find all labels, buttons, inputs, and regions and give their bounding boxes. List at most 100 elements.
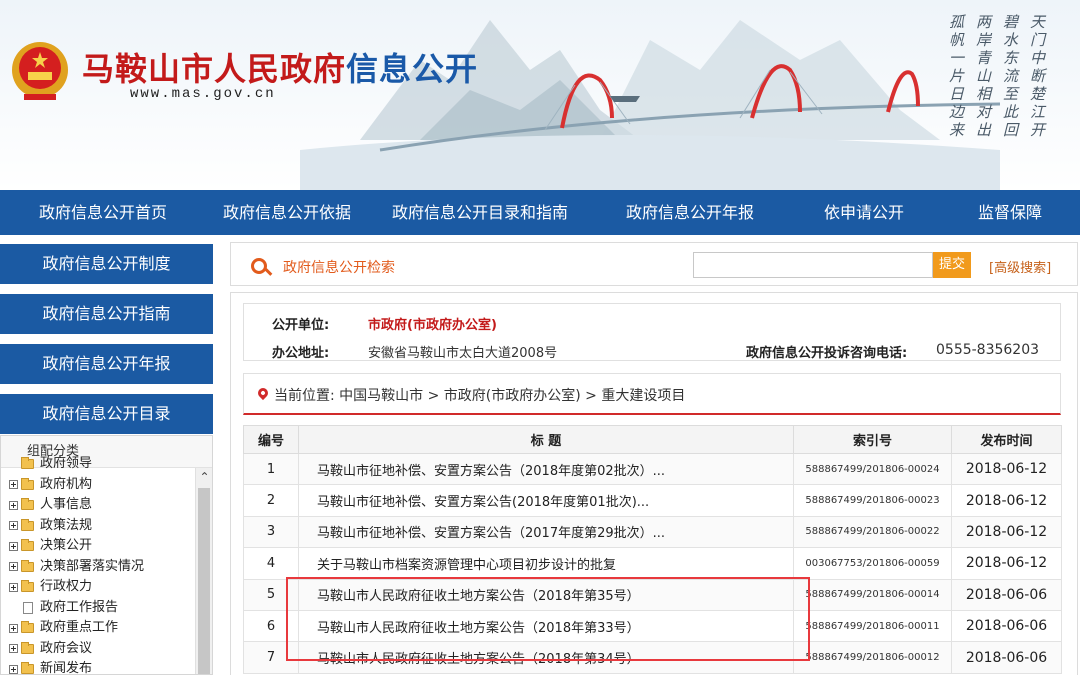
sidebar-button-annual-report[interactable]: 政府信息公开年报 — [0, 344, 213, 384]
tree-item[interactable]: 决策公开 — [9, 536, 195, 557]
category-tree-panel: 组配分类 政府领导 政府机构 人事信息 政策法规 决策公开 决策部署落实情况 行… — [0, 435, 213, 675]
cell-date: 2018-06-06 — [951, 641, 1062, 674]
folder-icon — [21, 457, 34, 470]
cell-date: 2018-06-12 — [951, 452, 1062, 486]
expand-icon[interactable] — [9, 500, 18, 510]
folder-icon — [21, 559, 34, 572]
complaint-tel-key: 政府信息公开投诉咨询电话: — [746, 346, 908, 361]
cell-title-link[interactable]: 马鞍山市人民政府征收土地方案公告（2018年第33号） — [298, 609, 794, 643]
cell-date: 2018-06-12 — [951, 515, 1062, 549]
publisher-info: 公开单位: 市政府(市政府办公室) 办公地址: 安徽省马鞍山市太白大道2008号… — [243, 303, 1061, 361]
category-tree: 政府领导 政府机构 人事信息 政策法规 决策公开 决策部署落实情况 行政权力 政… — [9, 456, 195, 674]
site-title: 马鞍山市人民政府信息公开 — [82, 44, 478, 90]
cell-index: 588867499/201806-00012 — [793, 641, 952, 674]
poem-column: 碧水东流至此回 — [1001, 14, 1019, 140]
tree-item[interactable]: 政府领导 — [9, 454, 195, 475]
unit-key: 公开单位: — [272, 318, 330, 333]
cell-title-link[interactable]: 马鞍山市征地补偿、安置方案公告（2017年度第29批次）... — [298, 515, 794, 549]
cell-no: 6 — [243, 609, 299, 643]
expand-icon[interactable] — [9, 623, 18, 633]
site-title-blue: 信息公开 — [346, 50, 479, 88]
cell-date: 2018-06-12 — [951, 547, 1062, 580]
breadcrumb-text: 当前位置: 中国马鞍山市 > 市政府(市政府办公室) > 重大建设项目 — [274, 388, 686, 404]
folder-icon — [21, 518, 34, 531]
cell-title-link[interactable]: 关于马鞍山市档案资源管理中心项目初步设计的批复 — [298, 547, 794, 580]
folder-icon — [21, 498, 34, 511]
location-pin-icon — [255, 385, 271, 401]
cell-date: 2018-06-06 — [951, 609, 1062, 643]
search-bar: 政府信息公开检索 提交 [高级搜索] — [230, 242, 1078, 286]
nav-item-apply[interactable]: 依申请公开 — [788, 190, 940, 235]
nav-item-supervision[interactable]: 监督保障 — [940, 190, 1080, 235]
expand-icon[interactable] — [9, 480, 18, 490]
header-index: 索引号 — [793, 425, 952, 454]
scroll-thumb[interactable] — [198, 488, 210, 674]
search-input[interactable] — [693, 252, 933, 278]
expand-icon[interactable] — [9, 582, 18, 592]
content-panel: 公开单位: 市政府(市政府办公室) 办公地址: 安徽省马鞍山市太白大道2008号… — [230, 292, 1078, 675]
expand-icon[interactable] — [9, 541, 18, 551]
table-row: 5 马鞍山市人民政府征收土地方案公告（2018年第35号） 588867499/… — [243, 578, 1062, 611]
tree-item[interactable]: 政府工作报告 — [9, 598, 195, 619]
cell-title-link[interactable]: 马鞍山市征地补偿、安置方案公告(2018年度第01批次)... — [298, 484, 794, 517]
submit-button[interactable]: 提交 — [933, 252, 971, 278]
cell-no: 2 — [243, 484, 299, 517]
nav-item-catalog-guide[interactable]: 政府信息公开目录和指南 — [368, 190, 592, 235]
cell-title-link[interactable]: 马鞍山市人民政府征收土地方案公告（2018年第34号） — [298, 641, 794, 674]
poem-column: 天门中断楚江开 — [1028, 14, 1046, 140]
nav-item-basis[interactable]: 政府信息公开依据 — [206, 190, 368, 235]
sidebar-button-system[interactable]: 政府信息公开制度 — [0, 244, 213, 284]
info-row-address: 办公地址: 安徽省马鞍山市太白大道2008号 政府信息公开投诉咨询电话: 055… — [244, 342, 1060, 362]
tree-item[interactable]: 政府重点工作 — [9, 618, 195, 639]
cell-no: 3 — [243, 515, 299, 549]
expand-icon[interactable] — [9, 521, 18, 531]
complaint-tel-value: 0555-8356203 — [936, 342, 1040, 358]
nav-item-annual-report[interactable]: 政府信息公开年报 — [592, 190, 788, 235]
folder-icon — [21, 641, 34, 654]
header-title: 标 题 — [298, 425, 794, 454]
cell-index: 588867499/201806-00014 — [793, 578, 952, 611]
cell-title-link[interactable]: 马鞍山市征地补偿、安置方案公告（2018年度第02批次）... — [298, 452, 794, 486]
cell-index: 588867499/201806-00022 — [793, 515, 952, 549]
expand-icon[interactable] — [9, 664, 18, 674]
calligraphy-poem: 天门中断楚江开 碧水东流至此回 两岸青山相对出 孤帆一片日边来 — [946, 14, 1048, 140]
search-icon — [251, 258, 267, 274]
tree-item[interactable]: 新闻发布 — [9, 659, 195, 674]
cell-no: 4 — [243, 547, 299, 580]
tree-item[interactable]: 政策法规 — [9, 516, 195, 537]
national-emblem-icon — [12, 42, 68, 100]
sidebar-button-catalog[interactable]: 政府信息公开目录 — [0, 394, 213, 434]
cell-no: 5 — [243, 578, 299, 611]
table-row: 1 马鞍山市征地补偿、安置方案公告（2018年度第02批次）... 588867… — [243, 452, 1062, 486]
sidebar-button-guide[interactable]: 政府信息公开指南 — [0, 294, 213, 334]
folder-icon — [21, 539, 34, 552]
tree-item[interactable]: 人事信息 — [9, 495, 195, 516]
header-no: 编号 — [243, 425, 299, 454]
advanced-search-link[interactable]: [高级搜索] — [989, 257, 1051, 276]
nav-item-home[interactable]: 政府信息公开首页 — [0, 190, 206, 235]
chevron-up-icon[interactable]: ⌃ — [196, 468, 212, 485]
results-table: 编号 标 题 索引号 发布时间 1 马鞍山市征地补偿、安置方案公告（2018年度… — [243, 425, 1062, 674]
folder-icon — [21, 580, 34, 593]
main-nav: 政府信息公开首页 政府信息公开依据 政府信息公开目录和指南 政府信息公开年报 依… — [0, 190, 1080, 235]
cell-title-link[interactable]: 马鞍山市人民政府征收土地方案公告（2018年第35号） — [298, 578, 794, 611]
table-row: 6 马鞍山市人民政府征收土地方案公告（2018年第33号） 588867499/… — [243, 609, 1062, 643]
folder-icon — [21, 662, 34, 674]
address-key: 办公地址: — [272, 346, 330, 361]
cell-index: 588867499/201806-00024 — [793, 452, 952, 486]
breadcrumb: 当前位置: 中国马鞍山市 > 市政府(市政府办公室) > 重大建设项目 — [243, 373, 1061, 415]
expand-icon[interactable] — [9, 562, 18, 572]
folder-icon — [21, 621, 34, 634]
search-label: 政府信息公开检索 — [283, 260, 395, 276]
tree-item[interactable]: 政府机构 — [9, 475, 195, 496]
poem-column: 孤帆一片日边来 — [947, 14, 965, 140]
site-title-red: 马鞍山市人民政府 — [82, 50, 347, 88]
tree-scrollbar[interactable]: ⌃ — [195, 468, 212, 674]
cell-no: 1 — [243, 452, 299, 486]
tree-item[interactable]: 行政权力 — [9, 577, 195, 598]
tree-item[interactable]: 决策部署落实情况 — [9, 557, 195, 578]
expand-icon[interactable] — [9, 644, 18, 654]
tree-item[interactable]: 政府会议 — [9, 639, 195, 660]
table-header-row: 编号 标 题 索引号 发布时间 — [243, 425, 1062, 454]
unit-value: 市政府(市政府办公室) — [368, 318, 497, 333]
